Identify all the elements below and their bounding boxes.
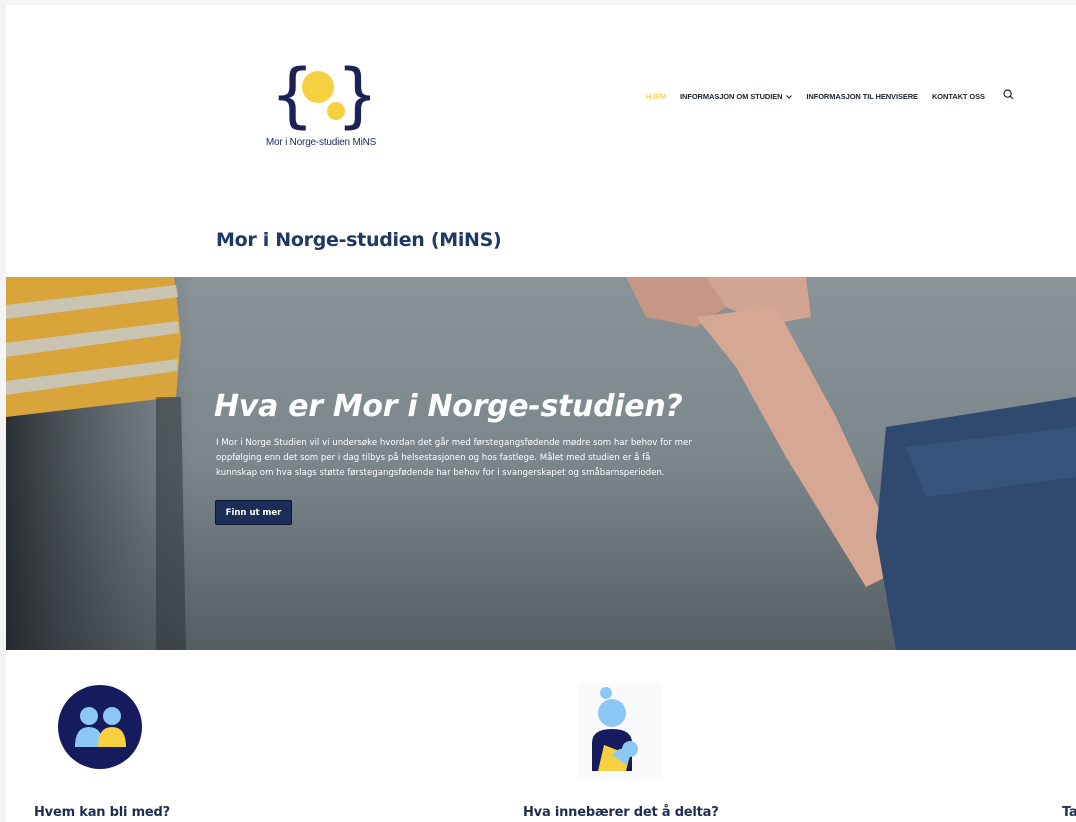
nav-item-kontakt-oss[interactable]: KONTAKT OSS (932, 92, 985, 101)
finn-ut-mer-button[interactable]: Finn ut mer (215, 500, 292, 525)
site-logo[interactable]: { } Mor i Norge-studien MiNS (256, 53, 386, 161)
svg-text:}: } (336, 54, 370, 135)
nav-item-label: HJEM (646, 91, 667, 101)
nav-item-informasjon-om-studien[interactable]: INFORMASJON OM STUDIEN (680, 91, 793, 101)
hero-title: Hva er Mor i Norge-studien? (214, 389, 683, 424)
nav-item-label: INFORMASJON TIL HENVISERE (806, 91, 918, 101)
search-icon[interactable] (1003, 87, 1014, 105)
people-icon (58, 685, 142, 774)
mother-child-icon (578, 683, 662, 784)
main-nav: HJEM INFORMASJON OM STUDIEN INFORMASJON … (646, 89, 1014, 103)
nav-item-label: KONTAKT OSS (931, 91, 985, 101)
page: { } Mor i Norge-studien MiNS HJEM INFORM… (6, 5, 1076, 822)
hero-banner: Hva er Mor i Norge-studien? I Mor i Norg… (6, 277, 1076, 650)
chevron-down-icon (786, 92, 793, 101)
hero-text: I Mor i Norge Studien vil vi undersøke h… (216, 438, 692, 478)
feature-heading-third: Ta (1062, 805, 1076, 820)
page-title: Mor i Norge-studien (MiNS) (216, 229, 502, 251)
nav-item-hjem[interactable]: HJEM (646, 92, 666, 101)
nav-item-label: INFORMASJON OM STUDIEN (680, 91, 783, 101)
nav-item-informasjon-til-henvisere[interactable]: INFORMASJON TIL HENVISERE (806, 92, 918, 101)
feature-heading-hvem: Hvem kan bli med? (34, 805, 170, 820)
feature-heading-hva-innebaerer: Hva innebærer det å delta? (523, 805, 719, 820)
logo-text: Mor i Norge-studien MiNS (265, 137, 377, 148)
logo-mark-icon: { } (270, 54, 370, 135)
